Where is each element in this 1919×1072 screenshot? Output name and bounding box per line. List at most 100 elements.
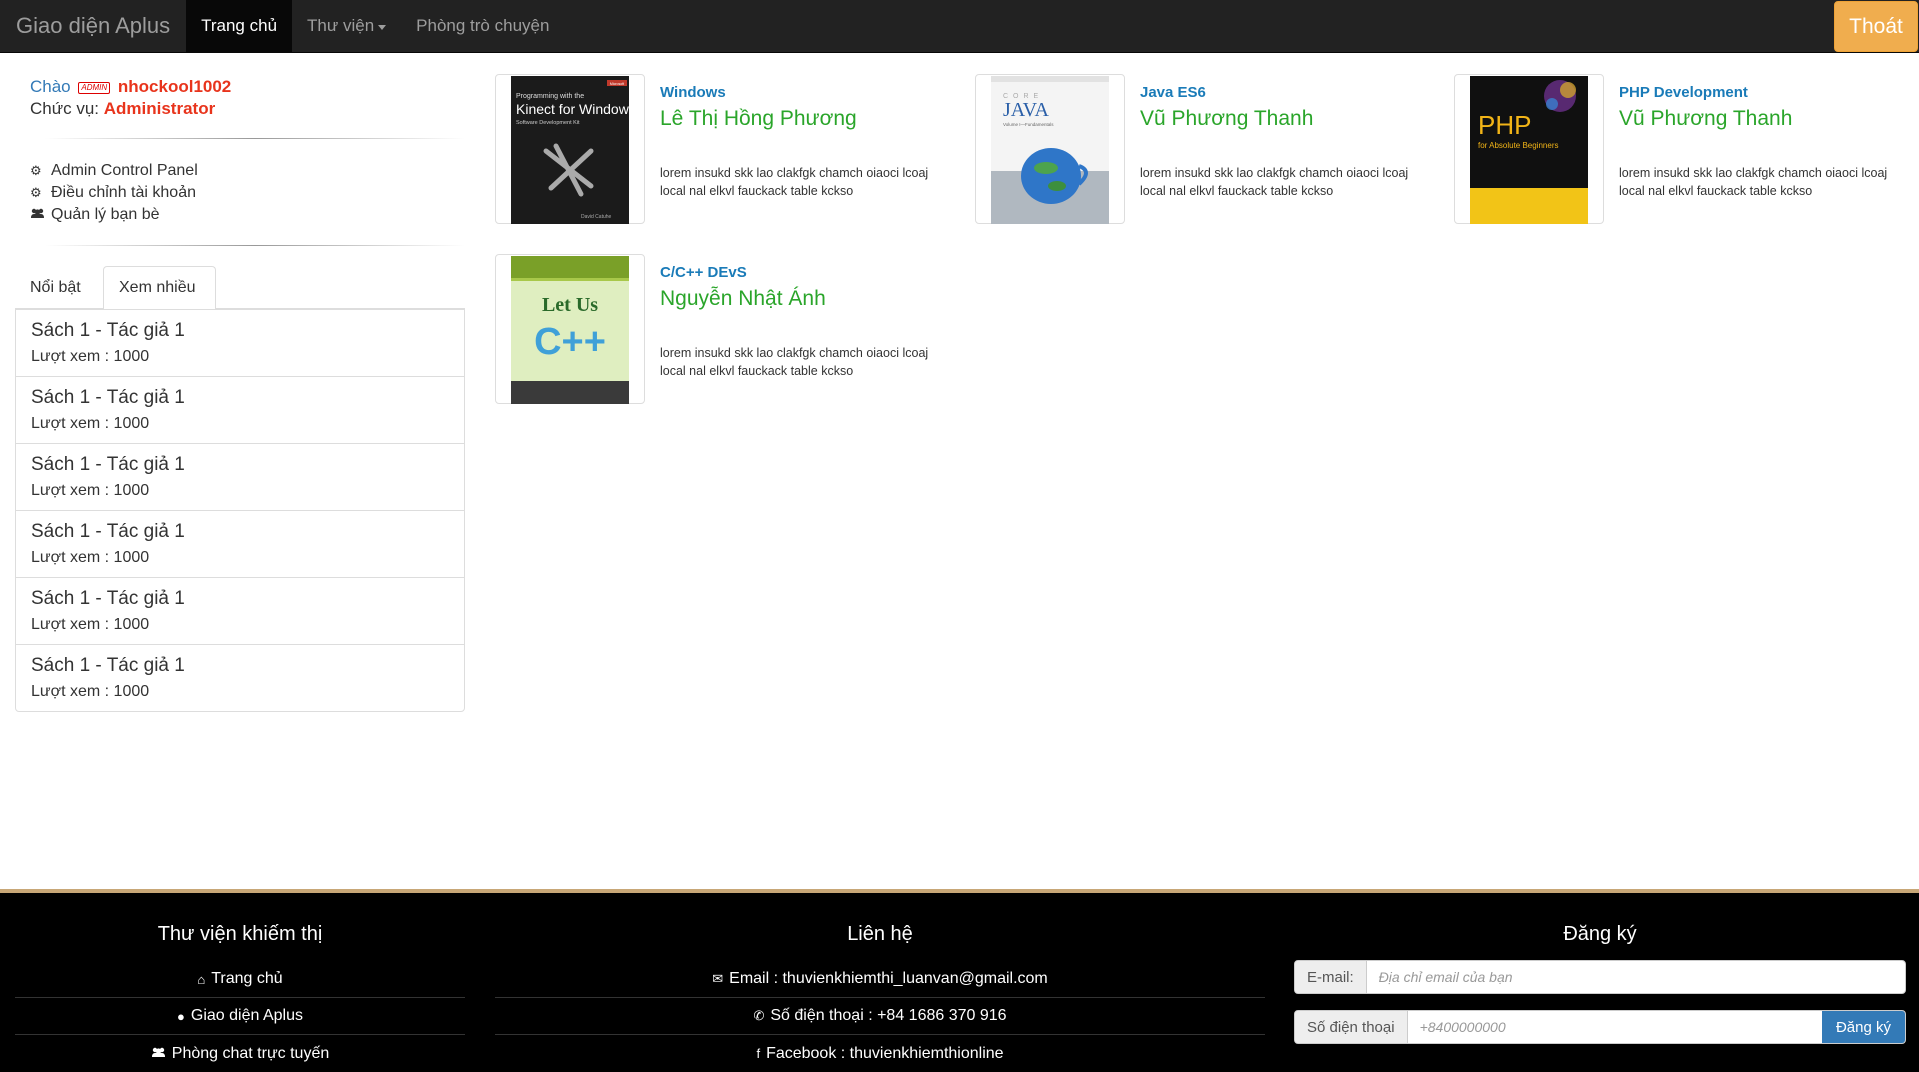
- footer-link-home[interactable]: ⌂ Trang chủ: [15, 961, 465, 998]
- divider: [45, 245, 465, 246]
- book-description: lorem insukd skk lao clakfgk chamch oiao…: [1140, 166, 1409, 198]
- book-author[interactable]: Vũ Phương Thanh: [1140, 107, 1313, 131]
- users-icon: [30, 204, 46, 226]
- book-cover-image: PHP for Absolute Beginners: [1470, 76, 1588, 224]
- svg-text:Let Us: Let Us: [542, 294, 598, 316]
- gears-icon: ⚙: [30, 163, 42, 178]
- book-list: Sách 1 - Tác giả 1 Lượt xem : 1000 Sách …: [15, 309, 465, 712]
- svg-text:C++: C++: [534, 321, 606, 363]
- user-menu: ⚙ Admin Control Panel ⚙ Điều chỉnh tài k…: [30, 160, 198, 226]
- home-icon: ⌂: [197, 971, 206, 987]
- footer-link-aplus[interactable]: ● Giao diện Aplus: [15, 998, 465, 1035]
- list-item-title: Sách 1 - Tác giả 1: [31, 588, 185, 609]
- phone-input-group: Số điện thoại +8400000000 Đăng ký: [1294, 1010, 1906, 1044]
- email-label: E-mail:: [1295, 961, 1367, 993]
- svg-text:PHP: PHP: [1478, 110, 1531, 140]
- role-value: Administrator: [103, 99, 216, 118]
- facebook-icon: f: [756, 1046, 761, 1061]
- logout-button[interactable]: Thoát: [1834, 1, 1918, 52]
- nav-home[interactable]: Trang chủ: [186, 0, 293, 52]
- book-description: lorem insukd skk lao clakfgk chamch oiao…: [660, 346, 929, 378]
- book-description: lorem insukd skk lao clakfgk chamch oiao…: [660, 166, 929, 198]
- list-item-title: Sách 1 - Tác giả 1: [31, 454, 185, 475]
- menu-label: Admin Control Panel: [51, 162, 198, 179]
- menu-manage-friends[interactable]: Quản lý bạn bè: [30, 204, 198, 226]
- book-card: Let Us C++ C/C++ DEvS Nguyễn Nhật Ánh lo…: [495, 254, 955, 404]
- book-thumbnail[interactable]: Microsoft Programming with the Kinect fo…: [495, 74, 645, 224]
- footer-link-label: Trang chủ: [211, 970, 283, 987]
- svg-text:David Catuhe: David Catuhe: [581, 214, 612, 220]
- book-category[interactable]: Java ES6: [1140, 84, 1206, 101]
- book-author[interactable]: Lê Thị Hồng Phương: [660, 107, 857, 131]
- email-input-group: E-mail: Địa chỉ email của bạn: [1294, 960, 1906, 994]
- list-item[interactable]: Sách 1 - Tác giả 1 Lượt xem : 1000: [16, 578, 464, 645]
- username[interactable]: nhockool1002: [118, 77, 231, 96]
- list-item[interactable]: Sách 1 - Tác giả 1 Lượt xem : 1000: [16, 511, 464, 578]
- book-author[interactable]: Nguyễn Nhật Ánh: [660, 287, 826, 311]
- footer-link-label: Phòng chat trực tuyến: [171, 1044, 330, 1062]
- footer-link-chat[interactable]: Phòng chat trực tuyến: [15, 1035, 465, 1072]
- admin-badge: ADMIN: [78, 81, 111, 94]
- book-thumbnail[interactable]: PHP for Absolute Beginners: [1454, 74, 1604, 224]
- menu-admin-control-panel[interactable]: ⚙ Admin Control Panel: [30, 160, 198, 182]
- footer-email[interactable]: ✉ Email : thuvienkhiemthi_luanvan@gmail.…: [495, 961, 1265, 998]
- book-category[interactable]: C/C++ DEvS: [660, 264, 747, 281]
- book-thumbnail[interactable]: CORE JAVA Volume I—Fundamentals: [975, 74, 1125, 224]
- list-item-views: Lượt xem : 1000: [31, 415, 150, 432]
- tab-featured[interactable]: Nổi bật: [15, 266, 96, 309]
- footer-contact-title: Liên hệ: [847, 923, 913, 945]
- svg-text:Kinect for Windows: Kinect for Windows: [516, 101, 629, 117]
- book-thumbnail[interactable]: Let Us C++: [495, 254, 645, 404]
- footer-link-label: Giao diện Aplus: [190, 1007, 303, 1024]
- book-cover-image: Microsoft Programming with the Kinect fo…: [511, 76, 629, 224]
- role-label: Chức vụ:: [30, 99, 100, 118]
- email-input[interactable]: Địa chỉ email của bạn: [1367, 961, 1905, 993]
- book-category[interactable]: PHP Development: [1619, 84, 1748, 101]
- list-item[interactable]: Sách 1 - Tác giả 1 Lượt xem : 1000: [16, 310, 464, 377]
- list-item-views: Lượt xem : 1000: [31, 683, 150, 700]
- footer-facebook-text: Facebook : thuvienkhiemthionline: [766, 1044, 1004, 1062]
- svg-text:Software Development Kit: Software Development Kit: [516, 120, 580, 126]
- svg-text:for Absolute Beginners: for Absolute Beginners: [1478, 141, 1559, 150]
- book-card: Microsoft Programming with the Kinect fo…: [495, 74, 955, 224]
- caret-down-icon: [378, 24, 387, 30]
- footer-email-text: Email : thuvienkhiemthi_luanvan@gmail.co…: [729, 970, 1048, 987]
- menu-account-settings[interactable]: ⚙ Điều chỉnh tài khoản: [30, 182, 198, 204]
- footer: Thư viện khiếm thị ⌂ Trang chủ ● Giao di…: [0, 893, 1919, 1072]
- svg-text:Programming with the: Programming with the: [516, 93, 584, 100]
- book-card: CORE JAVA Volume I—Fundamentals Java ES6…: [975, 74, 1435, 224]
- list-item[interactable]: Sách 1 - Tác giả 1 Lượt xem : 1000: [16, 645, 464, 711]
- nav-chatroom[interactable]: Phòng trò chuyện: [401, 0, 564, 52]
- list-item-title: Sách 1 - Tác giả 1: [31, 320, 185, 341]
- list-item-views: Lượt xem : 1000: [31, 348, 150, 365]
- nav-library-dropdown[interactable]: Thư viện: [292, 0, 401, 52]
- footer-facebook[interactable]: f Facebook : thuvienkhiemthionline: [495, 1035, 1265, 1072]
- register-button[interactable]: Đăng ký: [1821, 1011, 1905, 1043]
- nav-library-label: Thư viện: [307, 16, 375, 35]
- svg-text:Microsoft: Microsoft: [610, 82, 624, 86]
- navbar: Giao diện Aplus Trang chủ Thư viện Phòng…: [0, 0, 1919, 53]
- footer-phone[interactable]: ✆ Số điện thoại : +84 1686 370 916: [495, 998, 1265, 1035]
- book-category[interactable]: Windows: [660, 84, 726, 101]
- list-item[interactable]: Sách 1 - Tác giả 1 Lượt xem : 1000: [16, 377, 464, 444]
- menu-label: Điều chỉnh tài khoản: [51, 184, 196, 201]
- users-icon: [151, 1046, 166, 1061]
- tab-most-viewed[interactable]: Xem nhiều: [103, 266, 216, 310]
- list-item-title: Sách 1 - Tác giả 1: [31, 387, 185, 408]
- book-description: lorem insukd skk lao clakfgk chamch oiao…: [1619, 166, 1888, 198]
- footer-register-title: Đăng ký: [1563, 923, 1637, 945]
- list-item-title: Sách 1 - Tác giả 1: [31, 655, 185, 676]
- book-author[interactable]: Vũ Phương Thanh: [1619, 107, 1792, 131]
- list-item-title: Sách 1 - Tác giả 1: [31, 521, 185, 542]
- circle-icon: ●: [177, 1008, 185, 1024]
- list-item-views: Lượt xem : 1000: [31, 482, 150, 499]
- phone-input[interactable]: +8400000000: [1408, 1011, 1822, 1043]
- list-item-views: Lượt xem : 1000: [31, 549, 150, 566]
- gears-icon: ⚙: [30, 185, 42, 200]
- brand-link[interactable]: Giao diện Aplus: [0, 0, 186, 52]
- book-cover-image: CORE JAVA Volume I—Fundamentals: [991, 76, 1109, 224]
- book-cover-image: Let Us C++: [511, 256, 629, 404]
- list-item[interactable]: Sách 1 - Tác giả 1 Lượt xem : 1000: [16, 444, 464, 511]
- tabs: Nổi bật Xem nhiều: [15, 266, 465, 310]
- footer-library-title: Thư viện khiếm thị: [157, 923, 323, 945]
